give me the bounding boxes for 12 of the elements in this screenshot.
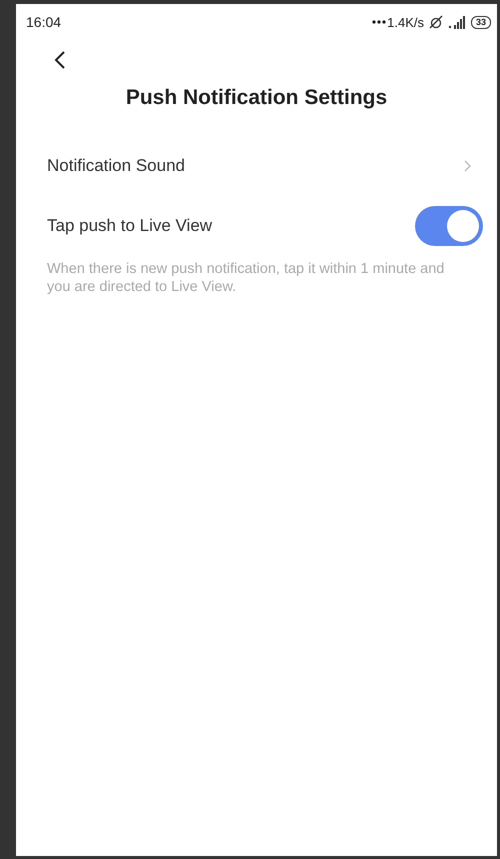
setting-description: When there is new push notification, tap it within 1 minute and you are directed to Live View.: [47, 260, 446, 296]
dots-icon: [372, 20, 386, 24]
page-title: Push Notification Settings: [124, 86, 388, 110]
battery-level: 33: [470, 16, 491, 28]
signal-icon: [448, 15, 466, 29]
setting-label: Tap push to Live View: [47, 216, 212, 236]
alarm-off-icon: [428, 15, 443, 29]
status-time: 16:04: [26, 14, 62, 30]
setting-label[interactable]: Notification Sound: [47, 156, 185, 176]
network-speed: 1.4K/s: [387, 14, 424, 30]
chevron-right-icon[interactable]: [464, 160, 471, 172]
toggle-switch[interactable]: [415, 206, 483, 246]
